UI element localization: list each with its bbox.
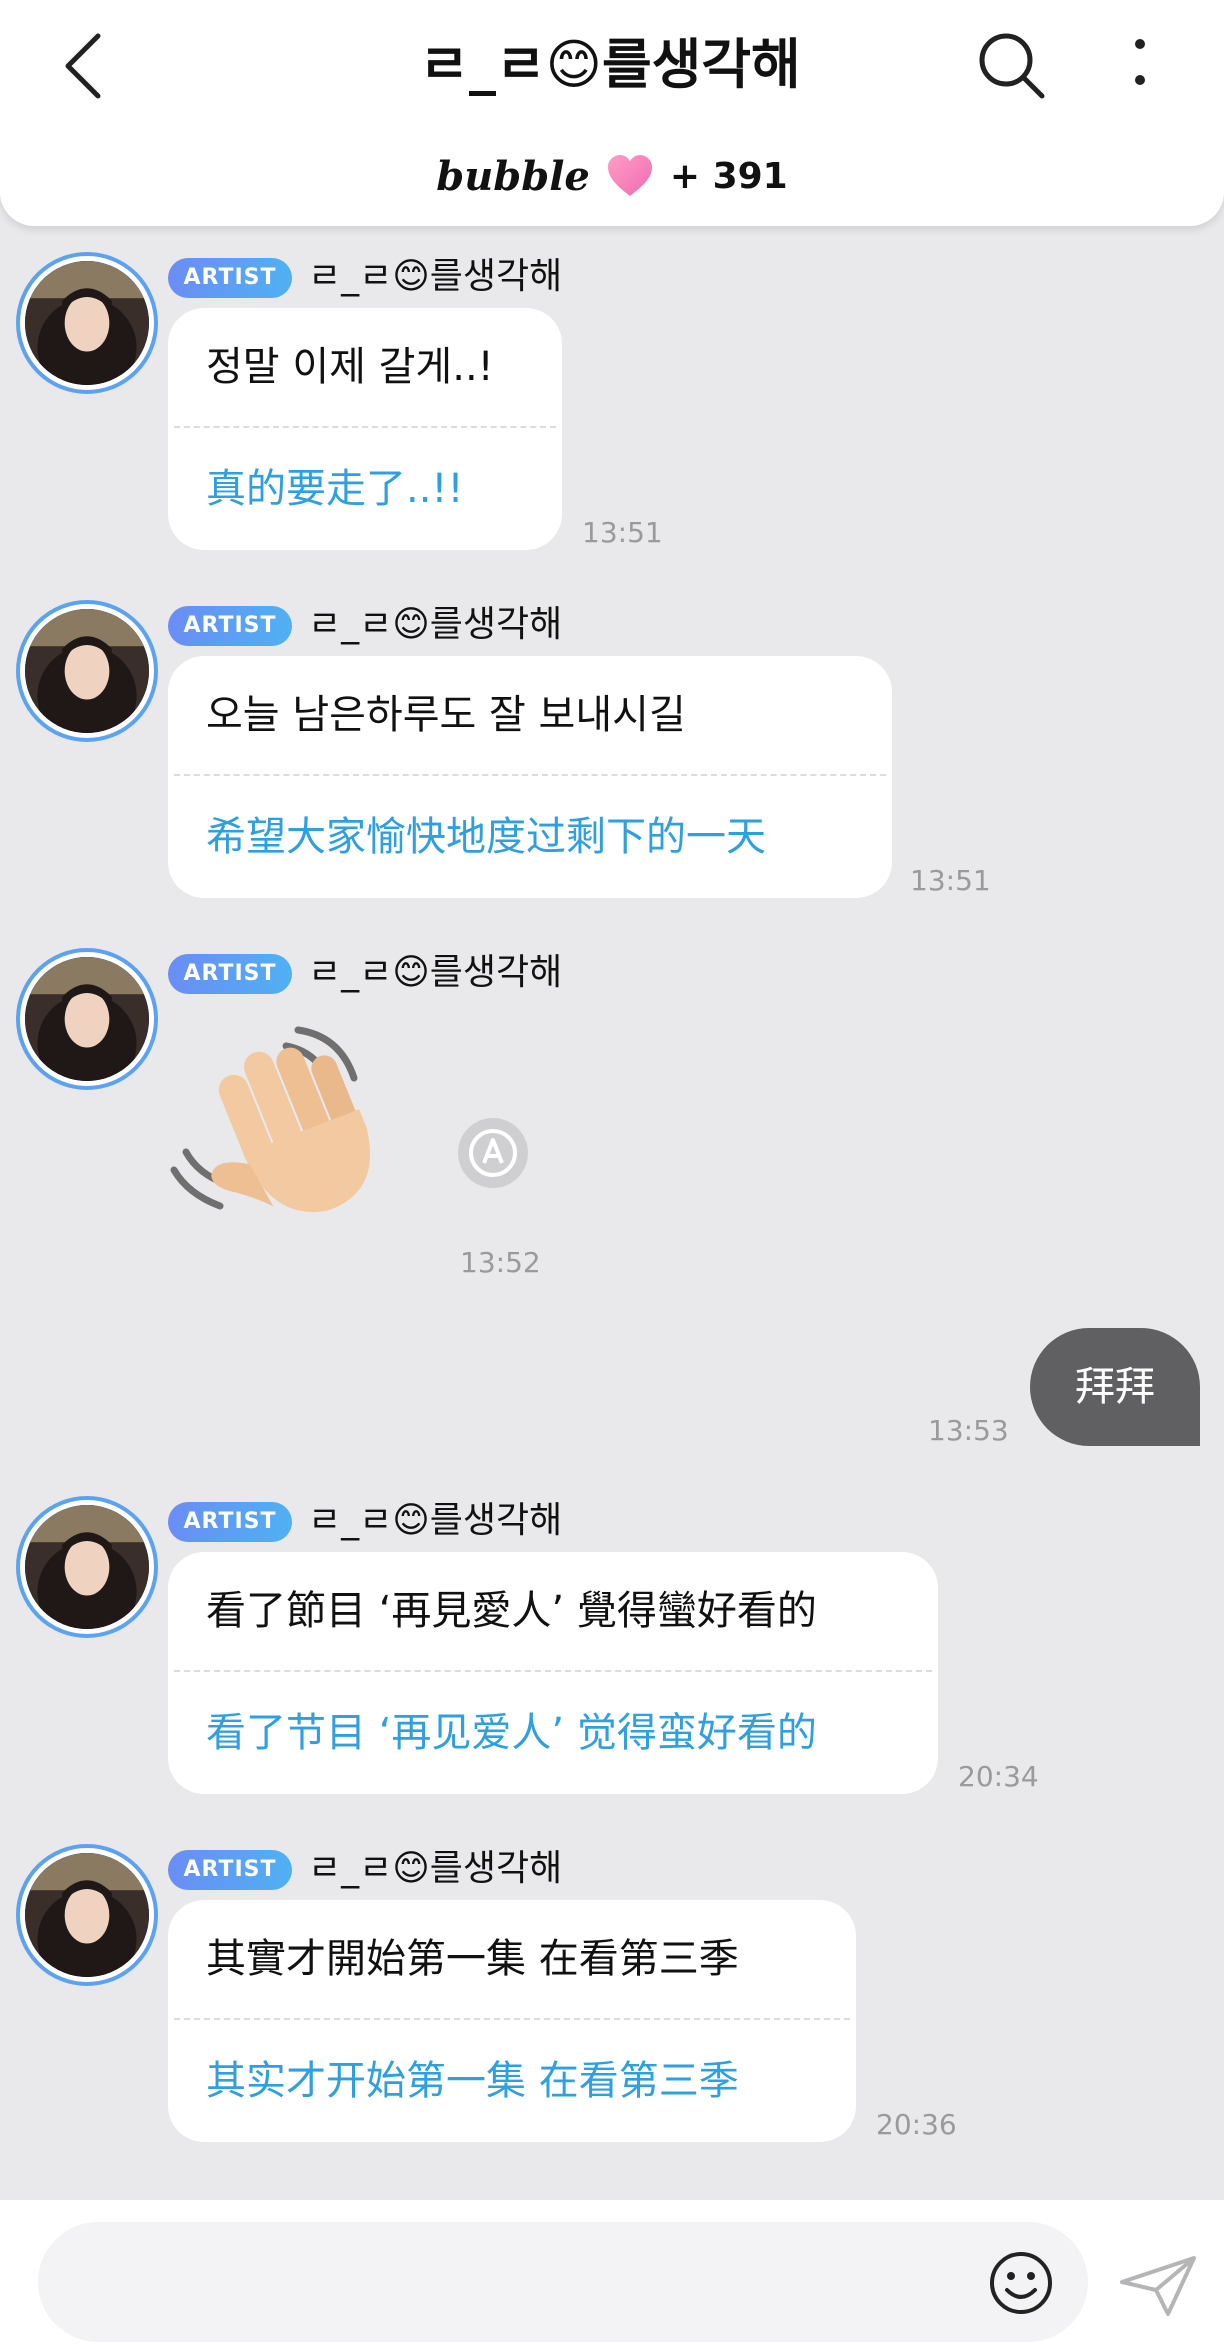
chat-title: ㄹ_ㄹ😊를생각해 (419, 33, 801, 96)
message-input-bar (0, 2200, 1224, 2350)
artist-avatar[interactable] (16, 948, 158, 1090)
translate-a-icon (469, 1129, 517, 1177)
bubble-subscription-row[interactable]: bubble + 391 (0, 146, 1224, 206)
artist-badge: ARTIST (168, 258, 292, 298)
avatar-portrait (25, 957, 149, 1081)
message-original-text: 오늘 남은하루도 잘 보내시길 (206, 692, 686, 738)
message-time: 20:36 (876, 2108, 957, 2141)
artist-avatar[interactable] (16, 1844, 158, 1986)
auto-translate-button[interactable] (458, 1118, 528, 1188)
message-bubble[interactable]: 오늘 남은하루도 잘 보내시길 希望大家愉快地度过剩下的一天 (168, 656, 892, 898)
message-translation-text: 其实才开始第一集 在看第三季 (206, 2058, 739, 2104)
artist-name: ㄹ_ㄹ😊를생각해 (308, 256, 563, 297)
artist-name: ㄹ_ㄹ😊를생각해 (308, 952, 563, 993)
smiley-icon (990, 2252, 1052, 2314)
waving-hand-icon[interactable] (168, 1024, 408, 1224)
back-button[interactable] (58, 28, 118, 104)
emoji-button[interactable] (988, 2250, 1054, 2316)
message-time: 13:52 (460, 1246, 541, 1279)
avatar-portrait (25, 1853, 149, 1977)
my-message-time: 13:53 (928, 1414, 1009, 1447)
bubble-count: + 391 (669, 155, 788, 197)
artist-name: ㄹ_ㄹ😊를생각해 (308, 604, 563, 645)
message-bubble[interactable]: 看了節目 ‘再見愛人’ 覺得蠻好看的 看了节目 ‘再见爱人’ 觉得蛮好看的 (168, 1552, 938, 1794)
message-original-text: 其實才開始第一集 在看第三季 (206, 1936, 739, 1982)
bubble-logo: bubble (436, 152, 590, 200)
artist-avatar[interactable] (16, 252, 158, 394)
send-button[interactable] (1118, 2252, 1198, 2318)
artist-name: ㄹ_ㄹ😊를생각해 (308, 1500, 563, 1541)
message-original-text: 看了節目 ‘再見愛人’ 覺得蠻好看的 (206, 1588, 817, 1634)
message-translation-text: 希望大家愉快地度过剩下的一天 (206, 814, 766, 860)
message-time: 13:51 (582, 516, 663, 549)
artist-name: ㄹ_ㄹ😊를생각해 (308, 1848, 563, 1889)
message-bubble[interactable]: 정말 이제 갈게..! 真的要走了..!! (168, 308, 562, 550)
chat-header: ㄹ_ㄹ😊를생각해 bubble + 391 (0, 0, 1224, 226)
paper-plane-icon (1120, 2256, 1196, 2316)
message-time: 20:34 (958, 1760, 1039, 1793)
message-bubble[interactable]: 其實才開始第一集 在看第三季 其实才开始第一集 在看第三季 (168, 1900, 856, 2142)
message-translation-text: 看了节目 ‘再见爱人’ 觉得蛮好看的 (206, 1710, 817, 1756)
avatar-portrait (25, 261, 149, 385)
more-options-button[interactable] (1120, 34, 1160, 94)
heart-icon (607, 155, 652, 196)
artist-badge: ARTIST (168, 954, 292, 994)
message-original-text: 정말 이제 갈게..! (206, 344, 494, 390)
search-button[interactable] (976, 30, 1048, 102)
chevron-left-icon (65, 33, 101, 99)
message-translation-text: 真的要走了..!! (206, 466, 464, 512)
avatar-portrait (25, 609, 149, 733)
artist-badge: ARTIST (168, 1850, 292, 1890)
vertical-dots-icon (1135, 39, 1145, 85)
artist-badge: ARTIST (168, 606, 292, 646)
search-icon (979, 33, 1045, 99)
message-input[interactable] (38, 2222, 1088, 2342)
avatar-portrait (25, 1505, 149, 1629)
my-message-bubble[interactable]: 拜拜 (1030, 1328, 1200, 1446)
artist-badge: ARTIST (168, 1502, 292, 1542)
artist-avatar[interactable] (16, 600, 158, 742)
artist-avatar[interactable] (16, 1496, 158, 1638)
message-time: 13:51 (910, 864, 991, 897)
